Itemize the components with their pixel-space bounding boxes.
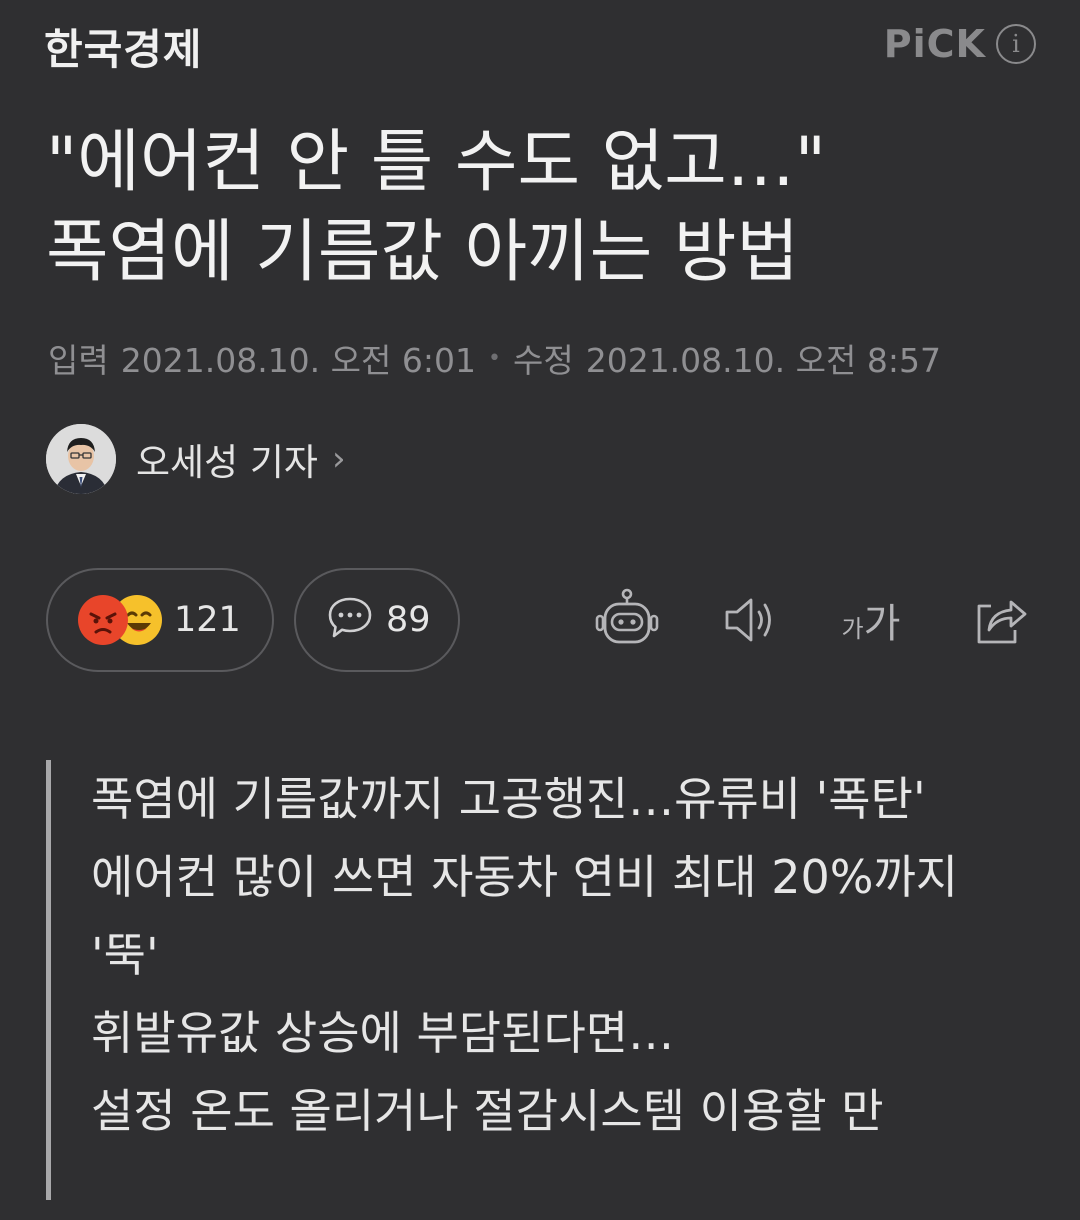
reaction-button[interactable]: 121 — [46, 568, 274, 672]
brand-logo[interactable]: 한국경제 — [44, 16, 203, 77]
comment-count: 89 — [386, 600, 431, 640]
input-date: 2021.08.10. 오전 6:01 — [120, 341, 476, 380]
text-size-large: 가 — [863, 601, 901, 647]
author-link[interactable]: 오세성 기자 › — [46, 424, 346, 494]
speaker-icon[interactable] — [716, 584, 786, 656]
robot-summary-icon[interactable] — [592, 584, 662, 656]
top-bar: 한국경제 PiCK i — [0, 0, 1080, 92]
summary-line-2: 에어컨 많이 쓰면 자동차 연비 최대 20%까지 '뚝' — [91, 850, 959, 982]
info-icon[interactable]: i — [996, 24, 1036, 64]
angry-emoji-icon — [78, 595, 128, 645]
comment-bubble-icon — [326, 595, 374, 645]
headline-line-1: "에어컨 안 틀 수도 없고…" — [46, 123, 827, 202]
article-summary: 폭염에 기름값까지 고공행진…유류비 '폭탄' 에어컨 많이 쓰면 자동차 연비… — [46, 760, 1006, 1200]
article-dates: 입력 2021.08.10. 오전 6:01 • 수정 2021.08.10. … — [48, 334, 941, 382]
modified-date: 2021.08.10. 오전 8:57 — [585, 341, 941, 380]
author-name[interactable]: 오세성 기자 — [136, 432, 318, 486]
input-label: 입력 — [48, 341, 109, 380]
text-size-small: 가 — [841, 615, 864, 643]
chevron-right-icon: › — [331, 439, 346, 479]
pick-badge[interactable]: PiCK i — [884, 22, 1036, 66]
date-separator: • — [487, 345, 501, 371]
reaction-count: 121 — [174, 600, 241, 640]
comment-button[interactable]: 89 — [294, 568, 460, 672]
summary-line-3: 휘발유값 상승에 부담된다면… — [91, 1006, 675, 1060]
avatar — [46, 424, 116, 494]
article-headline: "에어컨 안 틀 수도 없고…" 폭염에 기름값 아끼는 방법 — [46, 118, 1046, 298]
summary-line-1: 폭염에 기름값까지 고공행진…유류비 '폭탄' — [91, 772, 926, 826]
share-icon[interactable] — [964, 584, 1034, 656]
summary-line-4: 설정 온도 올리거나 절감시스템 이용할 만 — [91, 1084, 884, 1138]
text-size-icon[interactable]: 가가 — [836, 584, 906, 656]
pick-label: PiCK — [883, 22, 986, 66]
headline-line-2: 폭염에 기름값 아끼는 방법 — [46, 213, 800, 292]
modified-label: 수정 — [512, 341, 574, 380]
